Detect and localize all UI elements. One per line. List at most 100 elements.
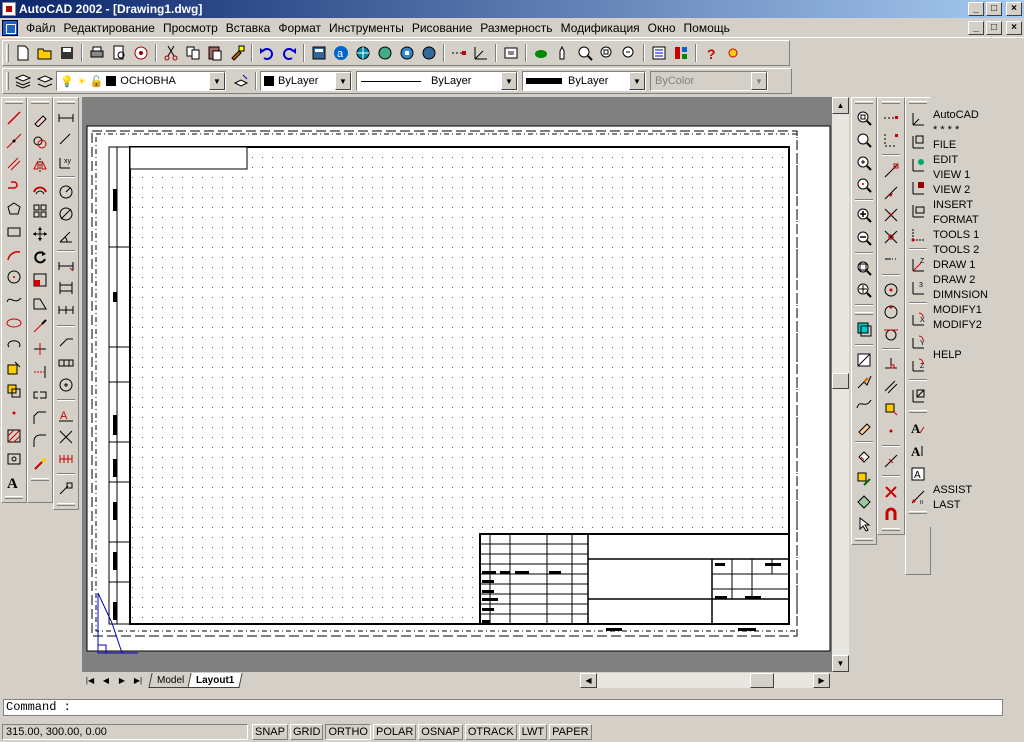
screen-menu-tools1[interactable]: TOOLS 1 [930,228,1024,243]
dimension-update-icon[interactable] [54,448,78,470]
screen-menu-view1[interactable]: VIEW 1 [930,168,1024,183]
snap-none-icon[interactable] [879,480,903,502]
screen-menu-draw2[interactable]: DRAW 2 [930,273,1024,288]
screen-menu-modify1[interactable]: MODIFY1 [930,303,1024,318]
scroll-thumb[interactable] [832,373,849,389]
chevron-down-icon[interactable]: ▼ [501,72,517,90]
menu-window[interactable]: Окно [644,21,680,35]
find-text-icon[interactable]: A [906,462,930,485]
tolerance-icon[interactable] [54,352,78,374]
snap-intersection-icon[interactable] [879,204,903,226]
text-style-icon[interactable]: A [906,416,930,439]
snap-tangent-icon[interactable] [879,323,903,345]
point-icon[interactable] [2,402,26,425]
angular-dimension-icon[interactable] [54,225,78,247]
maximize-button[interactable]: □ [986,2,1002,16]
ortho-toggle[interactable]: ORTHO [325,724,371,740]
scroll-up-icon[interactable]: ▲ [832,97,849,114]
doc-minimize-button[interactable]: _ [968,20,984,35]
zoom-window-icon[interactable] [852,107,876,129]
tab-layout1[interactable]: Layout1 [187,673,244,688]
ucs-y-rotate-icon[interactable]: Y [906,330,930,353]
previous-tab-icon[interactable]: ◀ [98,673,114,688]
vertical-scrollbar[interactable]: ▲ ▼ [832,97,849,672]
hatch-icon[interactable] [2,425,26,448]
zoom-in-icon[interactable] [852,204,876,226]
screen-menu-draw1[interactable]: DRAW 1 [930,258,1024,273]
chamfer-icon[interactable] [28,406,52,429]
tracking-icon[interactable] [448,42,470,64]
screen-menu-insert[interactable]: INSERT [930,198,1024,213]
lengthen-icon[interactable] [28,314,52,337]
move-icon[interactable] [28,222,52,245]
menu-dimension[interactable]: Размерность [476,21,556,35]
region-icon[interactable] [2,448,26,471]
diameter-dimension-icon[interactable] [54,203,78,225]
snap-quadrant-icon[interactable] [879,301,903,323]
fillet-icon[interactable] [28,429,52,452]
scroll-down-icon[interactable]: ▼ [832,655,849,672]
array-icon[interactable] [28,199,52,222]
ucs-view-icon[interactable] [906,199,930,222]
lineweight-dropdown[interactable]: ByLayer ▼ [522,71,646,91]
ucs-x-rotate-icon[interactable]: X [906,307,930,330]
single-line-text-icon[interactable]: A [906,439,930,462]
zoom-center-icon[interactable] [852,174,876,196]
ucs-world-icon[interactable] [906,130,930,153]
snap-from-icon[interactable] [879,129,903,151]
linetype-dropdown[interactable]: ByLayer ▼ [356,71,518,91]
ucs-face-icon[interactable] [906,176,930,199]
next-tab-icon[interactable]: ▶ [114,673,130,688]
edit-spline-icon[interactable] [852,393,876,415]
zoom-dynamic-icon[interactable] [852,129,876,151]
ucs-icon[interactable] [396,42,418,64]
scale-icon[interactable] [28,268,52,291]
screen-menu-help[interactable]: HELP [930,348,1024,363]
snap-midpoint-icon[interactable] [879,182,903,204]
menu-format[interactable]: Формат [274,21,325,35]
drawing-canvas[interactable] [82,97,833,672]
print-icon[interactable] [86,42,108,64]
dimension-style-icon[interactable] [54,478,78,500]
zoom-scale-icon[interactable] [852,152,876,174]
ucs-origin-icon[interactable] [470,42,492,64]
screen-menu-autocad[interactable]: AutoCAD [930,108,1024,123]
undo-icon[interactable] [256,42,278,64]
chevron-down-icon[interactable]: ▼ [209,72,225,90]
chevron-down-icon[interactable]: ▼ [629,72,645,90]
menu-draw[interactable]: Рисование [408,21,476,35]
break-icon[interactable] [28,383,52,406]
design-center-icon[interactable] [670,42,692,64]
polar-toggle[interactable]: POLAR [373,724,417,740]
command-line[interactable]: Command : [3,699,1003,716]
object-snap-icon[interactable] [374,42,396,64]
screen-menu-modify2[interactable]: MODIFY2 [930,318,1024,333]
close-button[interactable]: × [1006,2,1022,16]
spline-icon[interactable] [2,289,26,312]
insert-block-icon[interactable] [2,357,26,380]
screen-menu-last[interactable]: LAST [930,498,1024,513]
menu-modify[interactable]: Модификация [557,21,644,35]
snap-center-icon[interactable] [879,279,903,301]
rectangle-icon[interactable] [2,221,26,244]
browser-icon[interactable] [352,42,374,64]
menu-insert[interactable]: Вставка [222,21,275,35]
snap-toggle[interactable]: SNAP [252,724,288,740]
named-ucs-icon[interactable] [852,318,876,340]
screen-menu-stars[interactable]: * * * * [930,123,1024,138]
save-icon[interactable] [56,42,78,64]
apply-ucs-icon[interactable] [906,384,930,407]
drawing-area[interactable] [82,97,833,672]
toolbar-grip[interactable] [6,72,9,90]
quick-dimension-icon[interactable] [54,255,78,277]
edit-text-icon[interactable] [852,416,876,438]
named-views-icon[interactable] [852,349,876,371]
doc-close-button[interactable]: × [1006,20,1022,35]
offset-icon[interactable] [28,176,52,199]
ucs-icon[interactable] [906,107,930,130]
publish-icon[interactable] [130,42,152,64]
scroll-left-icon[interactable]: ◀ [580,673,597,688]
screen-menu-tools2[interactable]: TOOLS 2 [930,243,1024,258]
zoom-out-icon[interactable] [852,226,876,248]
aerial-view-icon[interactable] [530,42,552,64]
